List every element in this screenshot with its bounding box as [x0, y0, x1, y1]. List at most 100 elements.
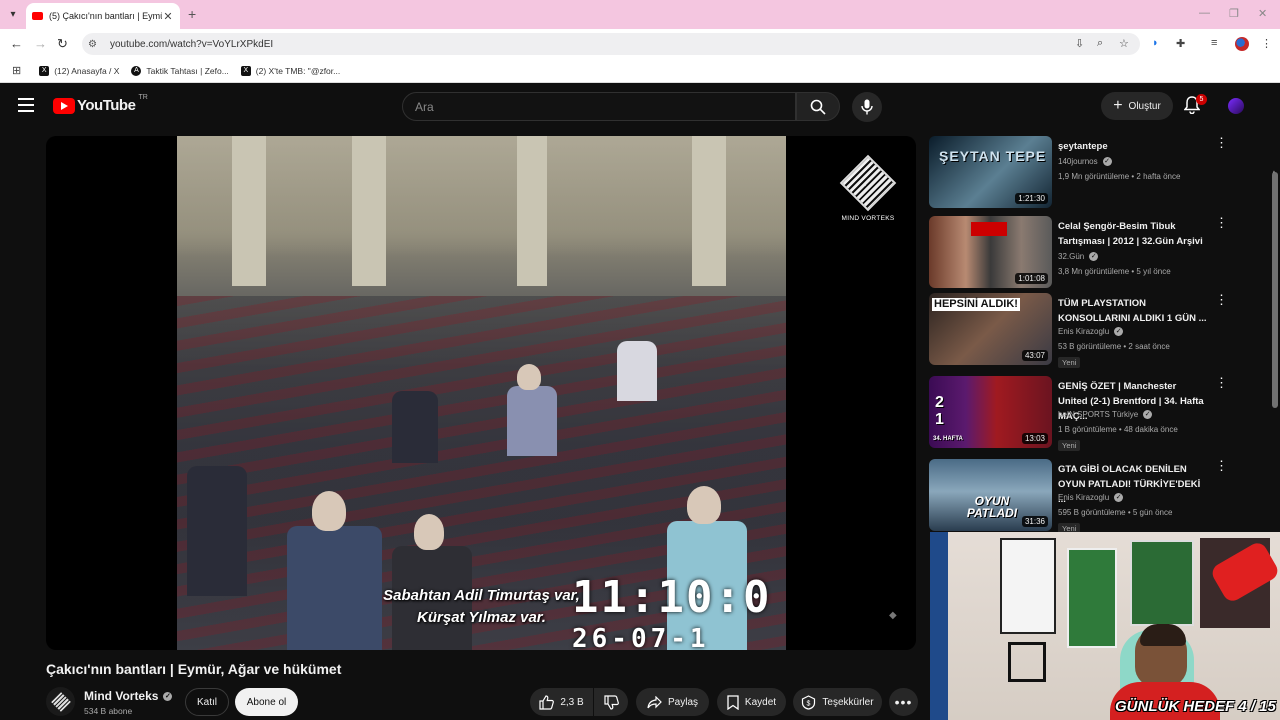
view-count: 3,8 Mn görüntüleme	[1058, 267, 1130, 276]
video-thumbnail[interactable]: ŞEYTAN TEPE 1:21:30	[929, 136, 1052, 208]
back-arrow-icon[interactable]: ←	[10, 36, 23, 51]
bookmark-label: (12) Anasayfa / X	[54, 65, 120, 76]
channel-avatar[interactable]	[46, 687, 75, 716]
video-player[interactable]: Sabahtan Adil Timurtaş var, Kürşat Yılma…	[46, 136, 916, 650]
youtube-logo[interactable]: YouTube TR	[53, 94, 148, 114]
new-tab-plus-icon[interactable]: +	[188, 6, 196, 22]
forward-arrow-icon[interactable]: →	[34, 36, 47, 51]
join-button[interactable]: Katıl	[185, 688, 229, 716]
verified-check-icon: ✓	[1143, 410, 1153, 419]
notifications-button[interactable]: 5	[1183, 94, 1207, 119]
bookmark-item[interactable]: X (12) Anasayfa / X	[39, 65, 120, 76]
circle-a-icon: A	[131, 65, 142, 76]
person-figure	[187, 466, 247, 596]
minimize-icon[interactable]: —	[1199, 7, 1210, 19]
microphone-icon	[861, 99, 873, 115]
recommendation-item[interactable]: OYUN PATLADI 31:36 GTA GİBİ OLACAK DENİL…	[929, 459, 1229, 534]
person-figure	[617, 341, 657, 401]
recommendation-channel[interactable]: 140journos ✓	[1058, 157, 1112, 166]
video-thumbnail[interactable]: 1:01:08	[929, 216, 1052, 288]
extensions-puzzle-icon[interactable]: ✚	[1176, 37, 1185, 50]
tab-search-chevron-icon[interactable]: ▾	[4, 5, 22, 23]
recommendation-channel[interactable]: 32.Gün ✓	[1058, 252, 1099, 261]
create-label: Oluştur	[1128, 100, 1161, 112]
logo-wordmark: YouTube	[77, 97, 136, 114]
search-button[interactable]	[796, 92, 840, 121]
recommendation-title[interactable]: Celal Şengör-Besim Tibuk Tartışması | 20…	[1058, 219, 1208, 249]
share-button[interactable]: Paylaş	[636, 688, 709, 716]
more-actions-button[interactable]: •••	[889, 688, 918, 716]
verified-check-icon: ✓	[1089, 252, 1099, 261]
more-vertical-icon[interactable]: ⋮	[1215, 376, 1228, 389]
share-label: Paylaş	[667, 696, 698, 708]
site-settings-icon[interactable]: ⚙	[88, 39, 102, 50]
recommendation-channel[interactable]: Enis Kirazoglu ✓	[1058, 327, 1124, 336]
page-scrollbar[interactable]	[1272, 172, 1278, 408]
bookmarks-bar: ⊞ X (12) Anasayfa / X A Taktik Tahtası |…	[0, 59, 1280, 83]
new-badge: Yeni	[1058, 440, 1081, 451]
browser-tab-active[interactable]: (5) Çakıcı'nın bantları | Eymür, A ✕	[26, 3, 180, 29]
more-vertical-icon[interactable]: ⋮	[1215, 459, 1228, 472]
restore-icon[interactable]: ❐	[1229, 7, 1239, 20]
more-vertical-icon[interactable]: ⋮	[1215, 293, 1228, 306]
person-head	[312, 491, 346, 531]
video-thumbnail[interactable]: HEPSİNİ ALDIK! 43:07	[929, 293, 1052, 365]
install-app-icon[interactable]: ⇩	[1075, 37, 1084, 50]
more-vertical-icon[interactable]: ⋮	[1215, 216, 1228, 229]
chrome-menu-icon[interactable]: ⋮	[1261, 37, 1272, 50]
subscribe-button[interactable]: Abone ol	[235, 688, 298, 716]
recommendation-title[interactable]: şeytantepe	[1058, 139, 1208, 154]
recommendation-item[interactable]: 21 34. HAFTA 13:03 GENİŞ ÖZET | Manchest…	[929, 376, 1229, 462]
recommendation-meta: 3,8 Mn görüntüleme • 5 yıl önce	[1058, 267, 1171, 276]
recommendation-item[interactable]: 1:01:08 Celal Şengör-Besim Tibuk Tartışm…	[929, 216, 1229, 290]
bookmark-star-icon[interactable]: ☆	[1119, 37, 1129, 50]
menu-hamburger-icon[interactable]	[18, 98, 34, 116]
media-controls-icon[interactable]: ≡	[1211, 37, 1217, 49]
whiteboard	[1000, 538, 1056, 634]
close-tab-icon[interactable]: ✕	[162, 10, 174, 23]
create-button[interactable]: + Oluştur	[1101, 92, 1173, 120]
channel-name: 140journos	[1058, 157, 1098, 166]
apps-grid-icon[interactable]: ⊞	[12, 64, 21, 77]
recommendation-channel[interactable]: Enis Kirazoglu ✓	[1058, 493, 1124, 502]
like-button[interactable]: 2,3 B	[530, 688, 593, 716]
youtube-favicon-icon	[32, 12, 43, 20]
browser-toolbar: ← → ↻ ⚙ youtube.com/watch?v=VoYLrXPkdEI …	[0, 29, 1280, 59]
video-thumbnail[interactable]: 21 34. HAFTA 13:03	[929, 376, 1052, 448]
extension-icon[interactable]: ◗	[1152, 37, 1159, 49]
thanks-button[interactable]: $ Teşekkürler	[793, 688, 882, 716]
recommendation-item[interactable]: HEPSİNİ ALDIK! 43:07 TÜM PLAYSTATION KON…	[929, 293, 1229, 379]
bookmark-item[interactable]: A Taktik Tahtası | Zefo...	[131, 65, 229, 76]
recommendation-channel[interactable]: beIN SPORTS Türkiye ✓	[1058, 410, 1153, 419]
new-badge: Yeni	[1058, 357, 1081, 368]
zoom-icon[interactable]: ⌕	[1097, 37, 1103, 50]
black-frame	[1008, 642, 1046, 682]
verified-check-icon: ✓	[1114, 493, 1124, 502]
reload-icon[interactable]: ↻	[57, 36, 68, 52]
share-arrow-icon	[647, 695, 662, 708]
close-window-icon[interactable]: ✕	[1258, 7, 1267, 20]
recommendation-meta: 595 B görüntüleme • 5 gün önce	[1058, 508, 1173, 517]
pitch-board	[1130, 540, 1194, 626]
hall-column	[517, 136, 547, 286]
channel-watermark[interactable]: MIND VORTEKS	[839, 154, 897, 222]
dislike-button[interactable]	[594, 688, 628, 716]
video-thumbnail[interactable]: OYUN PATLADI 31:36	[929, 459, 1052, 531]
recommendation-meta: 53 B görüntüleme • 2 saat önce	[1058, 342, 1170, 351]
view-count: 53 B görüntüleme	[1058, 342, 1122, 351]
more-vertical-icon[interactable]: ⋮	[1215, 136, 1228, 149]
duration-badge: 1:21:30	[1015, 193, 1048, 204]
x-logo-icon: X	[39, 65, 50, 76]
channel-name-link[interactable]: Mind Vorteks ✓	[84, 689, 173, 703]
search-input[interactable]: Ara	[402, 92, 796, 121]
voice-search-button[interactable]	[852, 92, 882, 122]
address-bar[interactable]: ⚙ youtube.com/watch?v=VoYLrXPkdEI	[82, 33, 1140, 55]
bookmark-item[interactable]: X (2) X'te TMB: "@zfor...	[240, 65, 340, 76]
youtube-play-icon	[53, 97, 75, 114]
account-avatar[interactable]	[1228, 98, 1244, 114]
save-button[interactable]: Kaydet	[717, 688, 786, 716]
profile-avatar-icon[interactable]	[1235, 37, 1249, 51]
recommendation-title[interactable]: TÜM PLAYSTATION KONSOLLARINI ALDIKI 1 GÜ…	[1058, 296, 1208, 326]
recommendation-item[interactable]: ŞEYTAN TEPE 1:21:30 şeytantepe 140journo…	[929, 136, 1229, 210]
super-thanks-icon: $	[802, 694, 816, 710]
